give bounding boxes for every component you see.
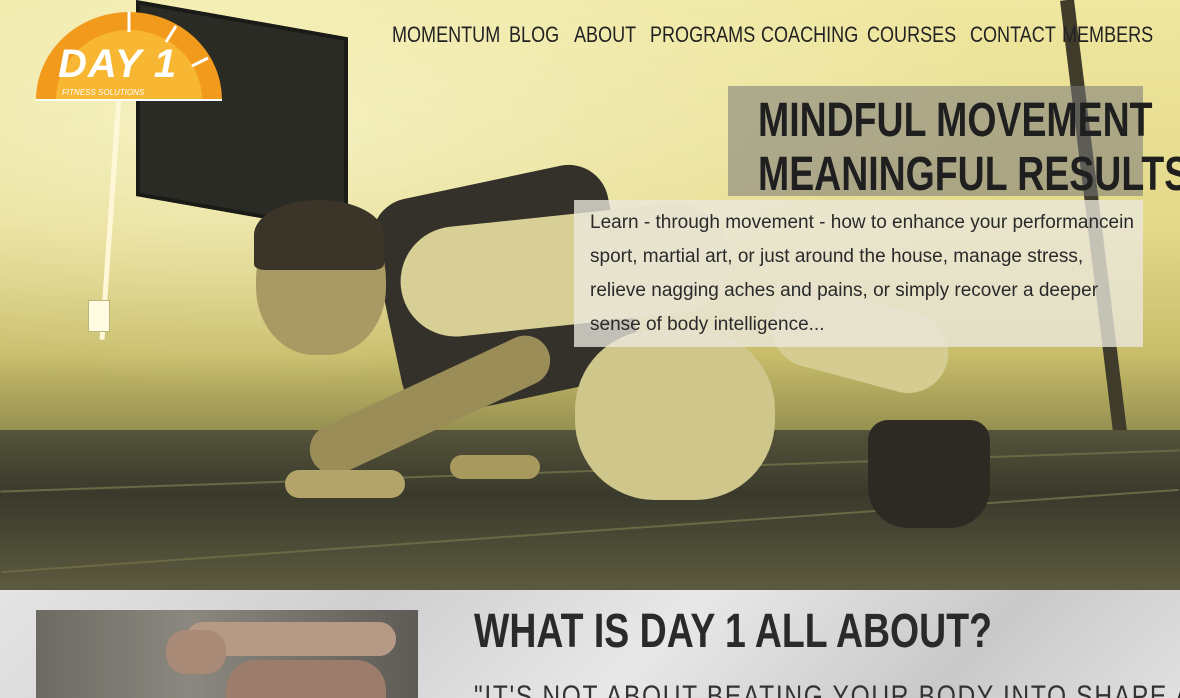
logo-tagline: FITNESS SOLUTIONS	[62, 88, 145, 97]
about-title: WHAT IS DAY 1 ALL ABOUT?	[474, 605, 992, 658]
photo-shoulder	[226, 660, 386, 698]
about-photo	[36, 610, 418, 698]
nav-item-contact[interactable]: CONTACT	[970, 22, 1056, 48]
nav-item-programs[interactable]: PROGRAMS	[650, 22, 755, 48]
nav-item-about[interactable]: ABOUT	[574, 22, 636, 48]
athlete-hair	[254, 200, 384, 270]
nav-item-members[interactable]: MEMBERS	[1062, 22, 1153, 48]
nav-item-courses[interactable]: COURSES	[867, 22, 956, 48]
athlete-hand	[450, 455, 540, 479]
site-logo[interactable]: DAY 1 FITNESS SOLUTIONS	[36, 12, 222, 102]
mat-seam	[1, 488, 1179, 574]
nav-item-coaching[interactable]: COACHING	[761, 22, 858, 48]
headline-line-2: MEANINGFUL RESULTS	[758, 148, 1180, 201]
nav-item-blog[interactable]: BLOG	[509, 22, 559, 48]
about-quote: "IT'S NOT ABOUT BEATING YOUR BODY INTO S…	[474, 680, 1180, 698]
hero-intro-text: Learn - through movement - how to enhanc…	[590, 212, 1134, 335]
athlete-shoe	[868, 420, 990, 528]
headline-line-1: MINDFUL MOVEMENT	[758, 94, 1153, 147]
athlete-knee	[575, 330, 775, 500]
athlete-hand	[285, 470, 405, 498]
nav-item-momentum[interactable]: MOMENTUM	[392, 22, 500, 48]
photo-fist	[166, 630, 226, 674]
about-section: WHAT IS DAY 1 ALL ABOUT? "IT'S NOT ABOUT…	[0, 590, 1180, 698]
wall-outlet	[88, 300, 110, 332]
logo-wordmark: DAY 1	[58, 42, 178, 86]
hero-headline: MINDFUL MOVEMENT MEANINGFUL RESULTS	[758, 94, 1180, 202]
